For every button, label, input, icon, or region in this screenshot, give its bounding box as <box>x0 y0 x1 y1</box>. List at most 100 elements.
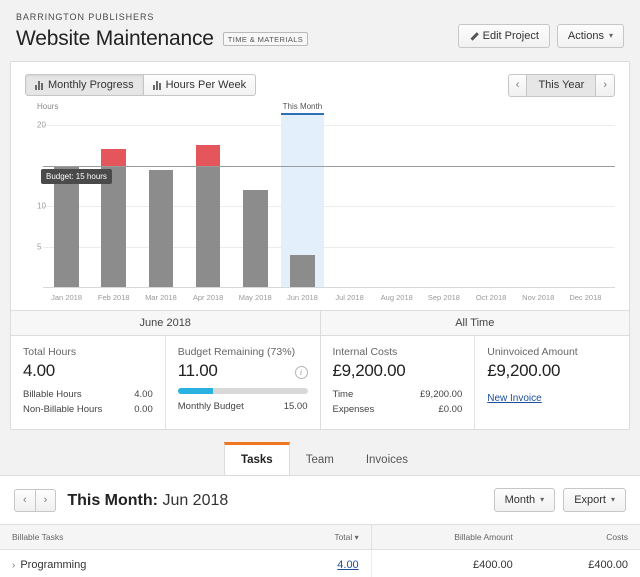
x-tick-label: Aug 2018 <box>380 293 413 302</box>
stat-uninvoiced-value: £9,200.00 <box>487 361 561 380</box>
non-billable-hours-value: 0.00 <box>134 403 153 415</box>
tab-hours-per-week-label: Hours Per Week <box>165 79 247 91</box>
chart-mode-toggle: Monthly Progress Hours Per Week <box>25 74 257 96</box>
chart-bar[interactable] <box>54 165 79 287</box>
stat-internal-costs-label: Internal Costs <box>332 346 398 358</box>
x-tick-label: Nov 2018 <box>522 293 555 302</box>
actions-button[interactable]: Actions ▾ <box>556 24 624 49</box>
column-total[interactable]: Total ▾ <box>294 524 372 551</box>
budget-line <box>43 165 615 167</box>
non-billable-hours-label: Non-Billable Hours <box>23 403 103 415</box>
chart-bar[interactable] <box>242 189 268 287</box>
chart-bar[interactable] <box>101 165 126 287</box>
period-navigator: ‹ › <box>14 489 57 513</box>
stat-internal-costs-value: £9,200.00 <box>332 361 406 380</box>
info-icon[interactable]: i <box>294 366 308 379</box>
column-billable-amount[interactable]: Billable Amount <box>370 524 525 551</box>
this-month-highlight-border <box>280 113 324 115</box>
chart-bar-over-budget[interactable] <box>101 149 126 166</box>
stats-heading-month: June 2018 <box>11 311 321 336</box>
header-actions: Edit Project Actions ▾ <box>457 24 624 49</box>
page-title: Website Maintenance <box>16 27 214 50</box>
tasks-table: Billable Tasks Total ▾ Billable Amount C… <box>0 524 640 577</box>
cell-task-name: › Programming <box>0 549 295 577</box>
table-row[interactable]: › Programming 4.00 £400.00 £400.00 <box>0 549 640 577</box>
prev-year-button[interactable]: ‹ <box>507 74 528 98</box>
budget-progress-bar <box>177 388 308 394</box>
export-button[interactable]: Export ▾ <box>563 488 626 513</box>
billable-hours-label: Billable Hours <box>23 389 82 400</box>
column-costs[interactable]: Costs <box>524 524 640 551</box>
chevron-down-icon-month: ▾ <box>540 495 545 505</box>
stats-body: Total Hours 4.00 Billable Hours 4.00 Non… <box>11 336 629 430</box>
stat-internal-costs: Internal Costs £9,200.00 Time £9,200.00 … <box>321 336 476 430</box>
stat-total-hours-value: 4.00 <box>23 361 55 380</box>
tasks-panel: ‹ › This Month: Jun 2018 Month ▾ Export … <box>0 475 640 577</box>
grid-line <box>43 125 615 127</box>
stat-budget-remaining-value: 11.00 <box>177 361 218 380</box>
time-value: £9,200.00 <box>419 389 463 400</box>
period-prefix: This Month: <box>67 491 158 509</box>
month-filter-label: Month <box>504 494 536 507</box>
time-label: Time <box>332 389 354 400</box>
chart-bar[interactable] <box>290 254 315 287</box>
bar-chart-icon <box>35 80 43 90</box>
edit-project-label: Edit Project <box>482 30 539 42</box>
expenses-value: £0.00 <box>438 403 463 415</box>
total-hours-link[interactable]: 4.00 <box>337 559 358 571</box>
cell-billable-amount: £400.00 <box>370 549 525 577</box>
month-filter-button[interactable]: Month ▾ <box>493 488 556 513</box>
column-billable-tasks[interactable]: Billable Tasks <box>0 524 295 551</box>
this-month-label: This Month <box>282 102 323 111</box>
tab-bar: Tasks Team Invoices <box>0 442 640 476</box>
stat-uninvoiced-label: Uninvoiced Amount <box>487 346 578 358</box>
tab-team[interactable]: Team <box>290 442 350 475</box>
chart-bar-over-budget[interactable] <box>195 145 221 166</box>
tab-monthly-progress[interactable]: Monthly Progress <box>25 74 144 96</box>
expenses-row: Expenses £0.00 <box>333 403 463 418</box>
actions-label: Actions <box>567 30 604 42</box>
bar-chart-icon-2 <box>152 80 161 90</box>
client-name: BARRINGTON PUBLISHERS <box>16 12 155 22</box>
time-row: Time £9,200.00 <box>333 388 463 403</box>
x-tick-label: Jun 2018 <box>286 293 318 302</box>
prev-month-button[interactable]: ‹ <box>14 489 36 513</box>
y-tick-label: 20 <box>37 120 46 130</box>
next-month-button[interactable]: › <box>35 489 57 513</box>
x-tick-label: May 2018 <box>238 293 272 302</box>
cell-total: 4.00 <box>294 549 372 577</box>
stat-budget-remaining: Budget Remaining (73%) 11.00 i Monthly B… <box>166 336 321 430</box>
y-tick-label: 10 <box>37 201 46 211</box>
edit-project-button[interactable]: Edit Project <box>457 24 550 49</box>
stat-uninvoiced-amount: Uninvoiced Amount £9,200.00 New Invoice <box>475 336 629 429</box>
pencil-icon <box>469 32 478 41</box>
monthly-budget-label: Monthly Budget <box>177 401 244 412</box>
x-tick-label: Jul 2018 <box>335 293 364 302</box>
monthly-budget-value: 15.00 <box>283 401 308 412</box>
period-title: This Month: Jun 2018 <box>67 492 228 510</box>
tab-tasks[interactable]: Tasks <box>223 442 290 476</box>
new-invoice-link[interactable]: New Invoice <box>487 393 541 404</box>
export-label: Export <box>574 494 606 507</box>
chart-bar[interactable] <box>148 169 174 287</box>
stat-budget-remaining-label: Budget Remaining (73%) <box>177 346 296 358</box>
cell-costs: £400.00 <box>524 549 640 577</box>
chart-bar[interactable] <box>195 165 221 287</box>
chart-x-axis: Jan 2018 Feb 2018 Mar 2018 Apr 2018 May 2018… <box>25 288 615 310</box>
tab-invoices[interactable]: Invoices <box>350 442 424 475</box>
y-tick-label: 5 <box>37 242 42 252</box>
chart-card: Monthly Progress Hours Per Week ‹ This Y… <box>10 61 630 431</box>
chart-y-axis-label: Hours <box>37 102 59 111</box>
chevron-down-icon-export: ▾ <box>610 495 615 505</box>
stat-total-hours-label: Total Hours <box>23 346 77 358</box>
stat-total-hours: Total Hours 4.00 Billable Hours 4.00 Non… <box>11 336 166 430</box>
monthly-budget-row: Monthly Budget 15.00 <box>178 400 308 415</box>
page-header: BARRINGTON PUBLISHERS Website Maintenanc… <box>0 0 640 61</box>
monthly-progress-chart: Hours 20 10 5 This Month Budget: 15 hours <box>25 102 615 288</box>
next-year-button[interactable]: › <box>595 74 615 98</box>
non-billable-hours-row: Non-Billable Hours 0.00 <box>23 403 153 418</box>
tab-hours-per-week[interactable]: Hours Per Week <box>143 74 257 96</box>
expander-chevron-icon[interactable]: › <box>12 560 15 571</box>
billable-hours-value: 4.00 <box>134 389 153 400</box>
current-period-button[interactable]: This Year <box>527 74 596 98</box>
